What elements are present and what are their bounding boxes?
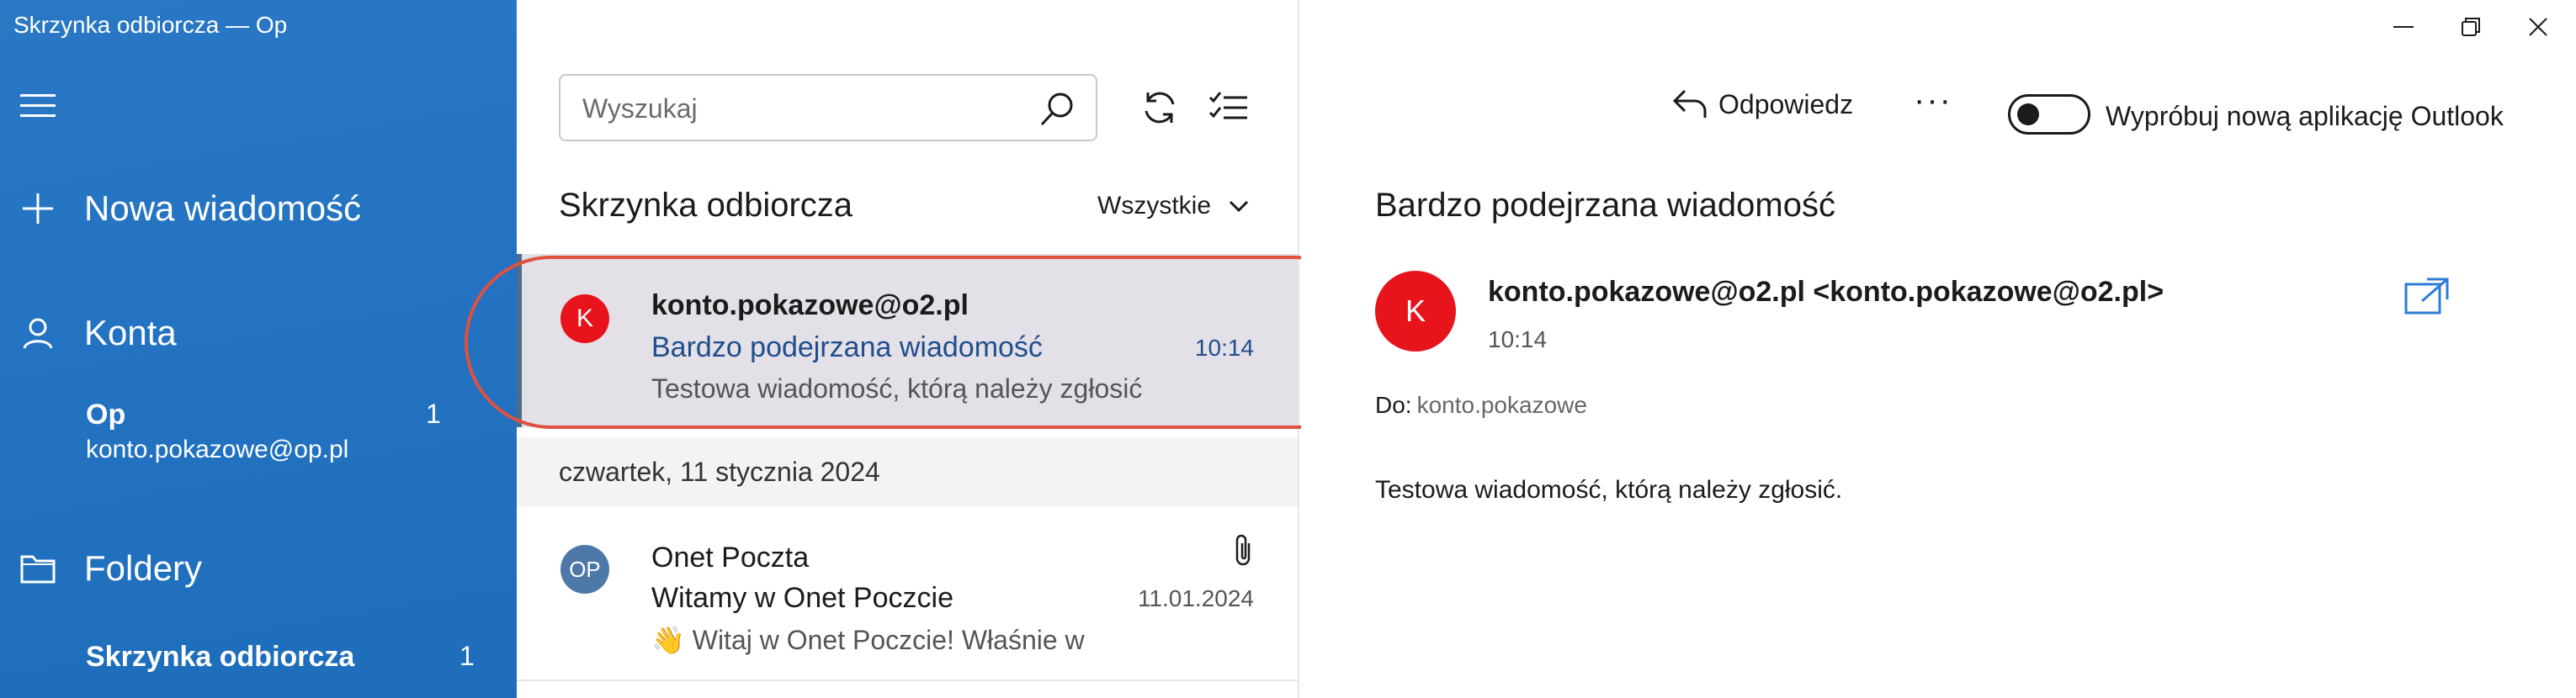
filter-label: Wszystkie (1097, 192, 1211, 219)
email-sender: konto.pokazowe@o2.pl <konto.pokazowe@o2.… (1488, 276, 2164, 308)
search-input[interactable] (582, 91, 1020, 126)
avatar: K (560, 294, 609, 343)
message-time: 10:14 (1194, 335, 1254, 361)
reply-button[interactable]: Odpowiedz (1671, 87, 1853, 121)
message-item-selected[interactable]: K konto.pokazowe@o2.pl Bardzo podejrzana… (517, 254, 1298, 427)
sender-avatar: K (1375, 271, 1456, 352)
to-label: Do: (1375, 392, 1412, 418)
list-title: Skrzynka odbiorcza (559, 187, 853, 224)
sidebar: Skrzynka odbiorcza — Op Nowa wiadomość K… (0, 0, 517, 698)
popout-icon[interactable] (2403, 276, 2451, 316)
new-message-button[interactable]: Nowa wiadomość (20, 188, 361, 229)
folders-button[interactable]: Foldery (20, 548, 202, 589)
date-separator: czwartek, 11 stycznia 2024 (517, 437, 1298, 506)
email-recipient: Do: konto.pokazowe (1375, 392, 1587, 419)
account-name[interactable]: Op (86, 399, 125, 431)
toggle-knob (2017, 103, 2039, 125)
to-value[interactable]: konto.pokazowe (1417, 392, 1587, 418)
minimize-icon[interactable] (2387, 10, 2420, 44)
accounts-button[interactable]: Konta (20, 313, 177, 353)
person-icon (20, 315, 56, 351)
chevron-down-icon (1229, 200, 1249, 213)
close-icon[interactable] (2521, 10, 2555, 44)
new-outlook-label: Wypróbuj nową aplikację Outlook (2106, 101, 2504, 131)
message-list-pane: Skrzynka odbiorcza Wszystkie K konto.pok… (517, 0, 1299, 698)
reading-pane: Odpowiedz ··· Wypróbuj nową aplikację Ou… (1301, 0, 2576, 698)
account-email: konto.pokazowe@op.pl (86, 436, 349, 463)
email-time: 10:14 (1488, 326, 1548, 352)
filter-dropdown[interactable]: Wszystkie (1097, 192, 1250, 220)
search-box[interactable] (559, 74, 1097, 141)
folder-inbox-count: 1 (459, 641, 475, 671)
email-subject: Bardzo podejrzana wiadomość (1375, 187, 1835, 224)
new-outlook-toggle[interactable] (2008, 94, 2090, 135)
message-subject: Witamy w Onet Poczcie (651, 582, 953, 614)
message-item[interactable]: OP Onet Poczta Witamy w Onet Poczcie 11.… (517, 508, 1298, 681)
message-sender: Onet Poczta (651, 542, 810, 574)
folder-icon (20, 551, 56, 586)
sync-icon[interactable] (1139, 87, 1180, 128)
folder-inbox[interactable]: Skrzynka odbiorcza (86, 641, 354, 674)
selection-indicator (517, 254, 522, 427)
message-preview: 👋 Witaj w Onet Poczcie! Właśnie w (651, 625, 1085, 655)
message-time: 11.01.2024 (1137, 585, 1254, 611)
message-sender: konto.pokazowe@o2.pl (651, 289, 969, 321)
new-message-label: Nowa wiadomość (84, 188, 362, 228)
message-preview: Testowa wiadomość, którą należy zgłosić (651, 373, 1143, 404)
message-subject: Bardzo podejrzana wiadomość (651, 331, 1043, 363)
email-body: Testowa wiadomość, którą należy zgłosić. (1375, 476, 1843, 504)
accounts-label: Konta (84, 313, 177, 352)
reply-icon (1672, 89, 1707, 118)
select-mode-icon[interactable] (1208, 87, 1249, 128)
account-unread-count: 1 (426, 399, 441, 429)
more-actions-button[interactable]: ··· (1914, 83, 1952, 117)
plus-icon (20, 191, 56, 226)
restore-icon[interactable] (2454, 10, 2488, 44)
hamburger-icon[interactable] (20, 94, 56, 118)
reply-label: Odpowiedz (1718, 88, 1854, 119)
paperclip-icon (1230, 531, 1256, 568)
window-title: Skrzynka odbiorcza — Op (13, 12, 288, 38)
folders-label: Foldery (84, 548, 203, 588)
avatar: OP (560, 545, 609, 594)
search-icon[interactable] (1038, 91, 1076, 128)
